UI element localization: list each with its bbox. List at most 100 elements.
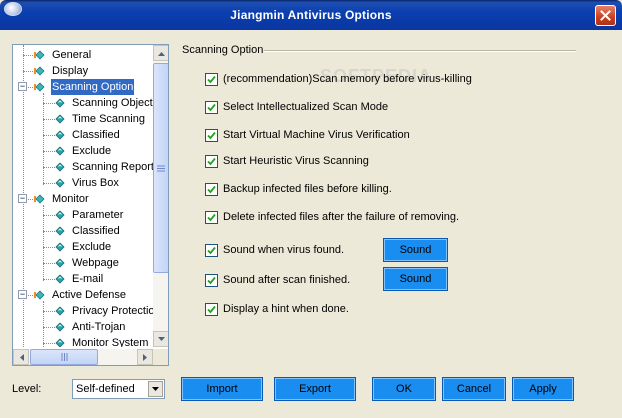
option-checkbox[interactable] — [205, 154, 218, 168]
tree-item[interactable]: Exclude — [13, 239, 153, 255]
tree-item[interactable]: General — [13, 47, 153, 63]
option-row[interactable]: Display a hint when done. — [205, 302, 349, 316]
tree-item[interactable]: Classified — [13, 223, 153, 239]
option-row[interactable]: Delete infected files after the failure … — [205, 210, 459, 224]
teal-diamond-icon — [55, 258, 65, 268]
tree-item[interactable]: Display — [13, 63, 153, 79]
option-row[interactable]: Backup infected files before killing. — [205, 182, 392, 196]
option-checkbox[interactable] — [205, 182, 218, 196]
tree-item-label: Monitor — [52, 193, 89, 205]
option-row[interactable]: (recommendation)Scan memory before virus… — [205, 72, 472, 86]
tree-item-label: Active Defense — [52, 289, 126, 301]
option-row[interactable]: Select Intellectualized Scan Mode — [205, 100, 388, 114]
option-label: Delete infected files after the failure … — [223, 211, 460, 223]
sound-virus-found-button[interactable]: Sound — [383, 238, 448, 262]
option-row[interactable]: Sound when virus found. — [205, 243, 344, 257]
tree-item-label: Classified — [72, 225, 120, 237]
tree-item-label: Scanning Report — [72, 161, 153, 173]
option-label: Start Virtual Machine Virus Verification — [223, 129, 410, 141]
apply-button[interactable]: Apply — [512, 377, 574, 401]
teal-diamond-icon — [55, 322, 65, 332]
tree-item[interactable]: Privacy Protectio — [13, 303, 153, 319]
tree-item-label: Anti-Trojan — [72, 321, 126, 333]
tree-item-label: Exclude — [72, 145, 112, 157]
tree-item[interactable]: Virus Box — [13, 175, 153, 191]
horizontal-scroll-thumb[interactable] — [30, 349, 98, 365]
option-checkbox[interactable] — [205, 72, 218, 86]
tree-item-label: Scanning Option — [51, 79, 135, 95]
tree-item[interactable]: − Active Defense — [13, 287, 153, 303]
section-title: Scanning Option — [182, 44, 264, 56]
checkmark-icon — [207, 157, 216, 165]
option-label: Display a hint when done. — [223, 303, 349, 315]
collapse-toggle[interactable]: − — [18, 82, 27, 91]
grip-icon — [61, 353, 67, 361]
window-title: Jiangmin Antivirus Options — [230, 8, 392, 22]
scroll-down-button[interactable] — [153, 331, 168, 347]
tree-item[interactable]: E-mail — [13, 271, 153, 287]
option-checkbox[interactable] — [205, 302, 218, 316]
collapse-toggle[interactable]: − — [18, 290, 27, 299]
tree-item[interactable]: Scanning Object — [13, 95, 153, 111]
checkmark-icon — [207, 103, 216, 111]
section-divider — [264, 50, 576, 52]
export-button[interactable]: Export — [274, 377, 356, 401]
chevron-down-icon — [157, 336, 165, 341]
option-checkbox[interactable] — [205, 128, 218, 142]
orange-node-icon — [34, 290, 45, 300]
option-checkbox[interactable] — [205, 210, 218, 224]
dropdown-arrow[interactable] — [148, 381, 163, 397]
teal-diamond-icon — [55, 98, 65, 108]
cancel-button[interactable]: Cancel — [442, 377, 506, 401]
tree-item[interactable]: Parameter — [13, 207, 153, 223]
tree-item[interactable]: − Scanning Option — [13, 79, 153, 95]
sound-scan-finished-button[interactable]: Sound — [383, 267, 448, 291]
close-button[interactable] — [595, 5, 616, 26]
checkmark-icon — [207, 185, 216, 193]
title-bar: Jiangmin Antivirus Options — [0, 0, 622, 30]
options-tree[interactable]: General Display − Scanning Option Scanning O… — [12, 44, 169, 366]
tree-item[interactable]: Webpage — [13, 255, 153, 271]
option-label: Sound when virus found. — [223, 244, 345, 256]
level-select[interactable]: Self-defined — [72, 379, 165, 399]
tree-item[interactable]: Time Scanning — [13, 111, 153, 127]
scroll-left-button[interactable] — [13, 349, 29, 365]
tree-item-label: Webpage — [72, 257, 119, 269]
tree-item-label: Virus Box — [72, 177, 119, 189]
tree-vertical-scrollbar[interactable] — [153, 45, 168, 347]
level-label: Level: — [12, 383, 42, 395]
scroll-up-button[interactable] — [153, 45, 168, 61]
tree-item[interactable]: Anti-Trojan — [13, 319, 153, 335]
teal-diamond-icon — [55, 306, 65, 316]
option-row[interactable]: Start Heuristic Virus Scanning — [205, 154, 369, 168]
option-row[interactable]: Start Virtual Machine Virus Verification — [205, 128, 410, 142]
checkmark-icon — [207, 75, 216, 83]
tree-item-label: Monitor System — [72, 337, 149, 347]
tree-item-label: Parameter — [72, 209, 124, 221]
tree-item-label: Privacy Protectio — [72, 305, 153, 317]
tree-item[interactable]: Exclude — [13, 143, 153, 159]
chevron-left-icon — [19, 353, 24, 361]
option-checkbox[interactable] — [205, 100, 218, 114]
collapse-toggle[interactable]: − — [18, 194, 27, 203]
tree-item[interactable]: Classified — [13, 127, 153, 143]
tree-item-label: Scanning Object — [72, 97, 153, 109]
teal-diamond-icon — [55, 242, 65, 252]
option-label: (recommendation)Scan memory before virus… — [223, 73, 472, 85]
option-checkbox[interactable] — [205, 273, 218, 287]
ok-button[interactable]: OK — [372, 377, 436, 401]
option-label: Backup infected files before killing. — [223, 183, 392, 195]
tree-item[interactable]: − Monitor — [13, 191, 153, 207]
tree-item-label: Exclude — [72, 241, 112, 253]
option-checkbox[interactable] — [205, 243, 218, 257]
vertical-scroll-thumb[interactable] — [153, 63, 168, 273]
tree-item[interactable]: Monitor System — [13, 335, 153, 347]
import-button[interactable]: Import — [181, 377, 263, 401]
option-row[interactable]: Sound after scan finished. — [205, 273, 350, 287]
tree-item-label: Time Scanning — [72, 113, 145, 125]
option-label: Sound after scan finished. — [223, 274, 351, 286]
tree-horizontal-scrollbar[interactable] — [13, 349, 153, 365]
tree-item-label: E-mail — [72, 273, 104, 285]
tree-item[interactable]: Scanning Report — [13, 159, 153, 175]
scroll-right-button[interactable] — [137, 349, 153, 365]
